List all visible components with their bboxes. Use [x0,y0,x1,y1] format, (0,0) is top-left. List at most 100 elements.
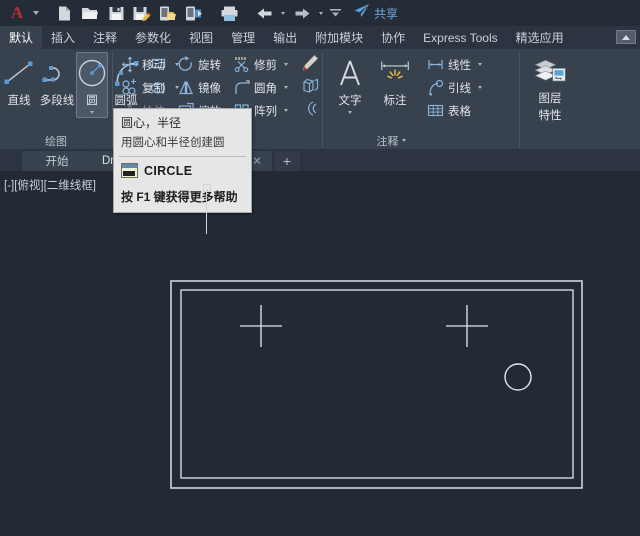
tool-polyline[interactable]: 多段线 [38,52,76,109]
tool-linear-dimension[interactable]: 线性 [423,53,488,76]
tool-erase[interactable] [297,53,322,76]
tool-trim-dropdown-icon[interactable] [280,63,291,66]
file-tab-close-icon[interactable]: ✕ [252,154,262,168]
file-tab-start[interactable]: 开始 [22,151,92,171]
table-icon [426,101,445,120]
panel-annotation-expand-icon[interactable] [401,139,406,142]
rotate-icon [176,55,195,74]
ribbon-tab-collaborate[interactable]: 协作 [372,26,414,49]
new-file-tab-button[interactable]: + [274,151,300,171]
ribbon-collapse-button[interactable] [616,30,636,44]
text-a-icon [332,55,368,91]
tool-dimension[interactable]: 标注 [371,52,419,109]
ribbon-tab-annotate[interactable]: 注释 [84,26,126,49]
ribbon-tab-insert[interactable]: 插入 [42,26,84,49]
print-icon[interactable] [216,1,242,25]
tool-mirror[interactable]: 镜像 [173,76,224,99]
tool-layer-properties[interactable]: 图层 特性 [524,52,576,124]
export-icon[interactable] [155,1,181,25]
undo-icon[interactable] [251,1,277,25]
redo-dropdown-icon[interactable] [315,2,327,24]
move-icon [120,55,139,74]
tool-line[interactable]: 直线 [0,52,38,109]
tool-trim[interactable]: 修剪 [229,53,294,76]
trim-icon [232,55,251,74]
tab-label: 注释 [93,31,118,45]
panel-annotation-label-text: 注释 [376,135,399,148]
tool-array-dropdown-icon[interactable] [280,109,291,112]
tool-fillet[interactable]: 圆角 [229,76,294,99]
linear-dim-icon [426,55,445,74]
autocad-logo-icon[interactable]: A [4,2,30,24]
panel-draw-label-text: 绘图 [45,135,67,148]
share-button[interactable]: 共享 [349,1,402,25]
polyline-icon [39,55,75,91]
tool-copy[interactable]: 复制 [117,76,168,99]
ribbon-tab-addins[interactable]: 附加模块 [306,26,372,49]
tooltip-title: 圆心，半径 [121,116,182,130]
app-menu-dropdown-icon[interactable] [30,2,42,24]
panel-layers: 图层 特性 [520,49,580,149]
panel-draw-label: 绘图 [0,132,112,149]
panel-layers-label [520,132,580,149]
ribbon-tab-output[interactable]: 输出 [264,26,306,49]
panel-draw: 直线 多段线 圆 圆弧 绘图 [0,49,179,149]
drawing-canvas[interactable]: [-][俯视][二维线框] [0,171,640,536]
tool-leader[interactable]: 引线 [423,76,488,99]
undo-dropdown-icon[interactable] [277,2,289,24]
tab-label: 协作 [381,31,406,45]
tool-polyline-label: 多段线 [39,95,75,107]
new-file-icon[interactable] [51,1,77,25]
autocad-logo-letter: A [10,3,24,22]
tool-fillet-label: 圆角 [254,82,277,95]
ribbon-tab-default[interactable]: 默认 [0,26,43,49]
share-paper-plane-icon [353,3,370,23]
tooltip-description: 用圆心和半径创建圆 [121,137,225,149]
redo-icon[interactable] [289,1,315,25]
save-as-icon[interactable] [129,1,155,25]
panel-annotation: 文字 标注 线性 引线 表格 注释 [323,49,519,149]
open-file-icon[interactable] [77,1,103,25]
layer-properties-icon [532,55,568,89]
tool-move-label: 移动 [142,59,165,72]
tool-text-dropdown-icon[interactable] [348,108,352,117]
ribbon-tab-view[interactable]: 视图 [180,26,222,49]
tool-text[interactable]: 文字 [329,52,371,118]
tool-explode[interactable] [297,76,322,99]
autocad-window: A 共享 默认 插入 注释 参数化 视图 管理 输出 附加模块 协作 Expre… [0,0,640,536]
tool-rotate[interactable]: 旋转 [173,53,224,76]
modify-col-4 [297,52,322,122]
tool-offset[interactable] [297,99,322,122]
tool-line-label: 直线 [7,95,31,107]
mirror-icon [176,78,195,97]
plot-preview-icon[interactable] [181,1,207,25]
ribbon-tab-featured-apps[interactable]: 精选应用 [507,26,573,49]
tab-label: 精选应用 [515,31,564,45]
ribbon-tab-manage[interactable]: 管理 [222,26,264,49]
line-icon [1,55,37,91]
tool-mirror-label: 镜像 [198,82,221,95]
tab-label: 输出 [273,31,298,45]
tool-dimension-label: 标注 [383,95,407,107]
tool-table[interactable]: 表格 [423,99,488,122]
ribbon-tab-express-tools[interactable]: Express Tools [414,26,506,49]
tool-circle-dropdown-icon[interactable] [90,108,94,117]
tab-label: Express Tools [423,30,498,45]
qat-customize-icon[interactable] [327,2,343,24]
tool-linear-dimension-label: 线性 [448,59,471,72]
tool-linear-dimension-dropdown-icon[interactable] [474,63,485,66]
tab-label: 插入 [51,31,76,45]
tool-copy-label: 复制 [142,82,165,95]
ribbon-tab-parametric[interactable]: 参数化 [126,26,180,49]
tool-fillet-dropdown-icon[interactable] [280,86,291,89]
tab-label: 参数化 [135,31,172,45]
tool-array-label: 阵列 [254,105,277,118]
tool-text-label: 文字 [338,95,362,107]
tool-leader-dropdown-icon[interactable] [474,86,485,89]
tool-circle[interactable]: 圆 [76,52,108,118]
tooltip-command-row: CIRCLE [114,157,251,184]
tool-layer-properties-label-2: 特性 [538,110,562,122]
fillet-icon [232,78,251,97]
tool-move[interactable]: 移动 [117,53,168,76]
save-icon[interactable] [103,1,129,25]
